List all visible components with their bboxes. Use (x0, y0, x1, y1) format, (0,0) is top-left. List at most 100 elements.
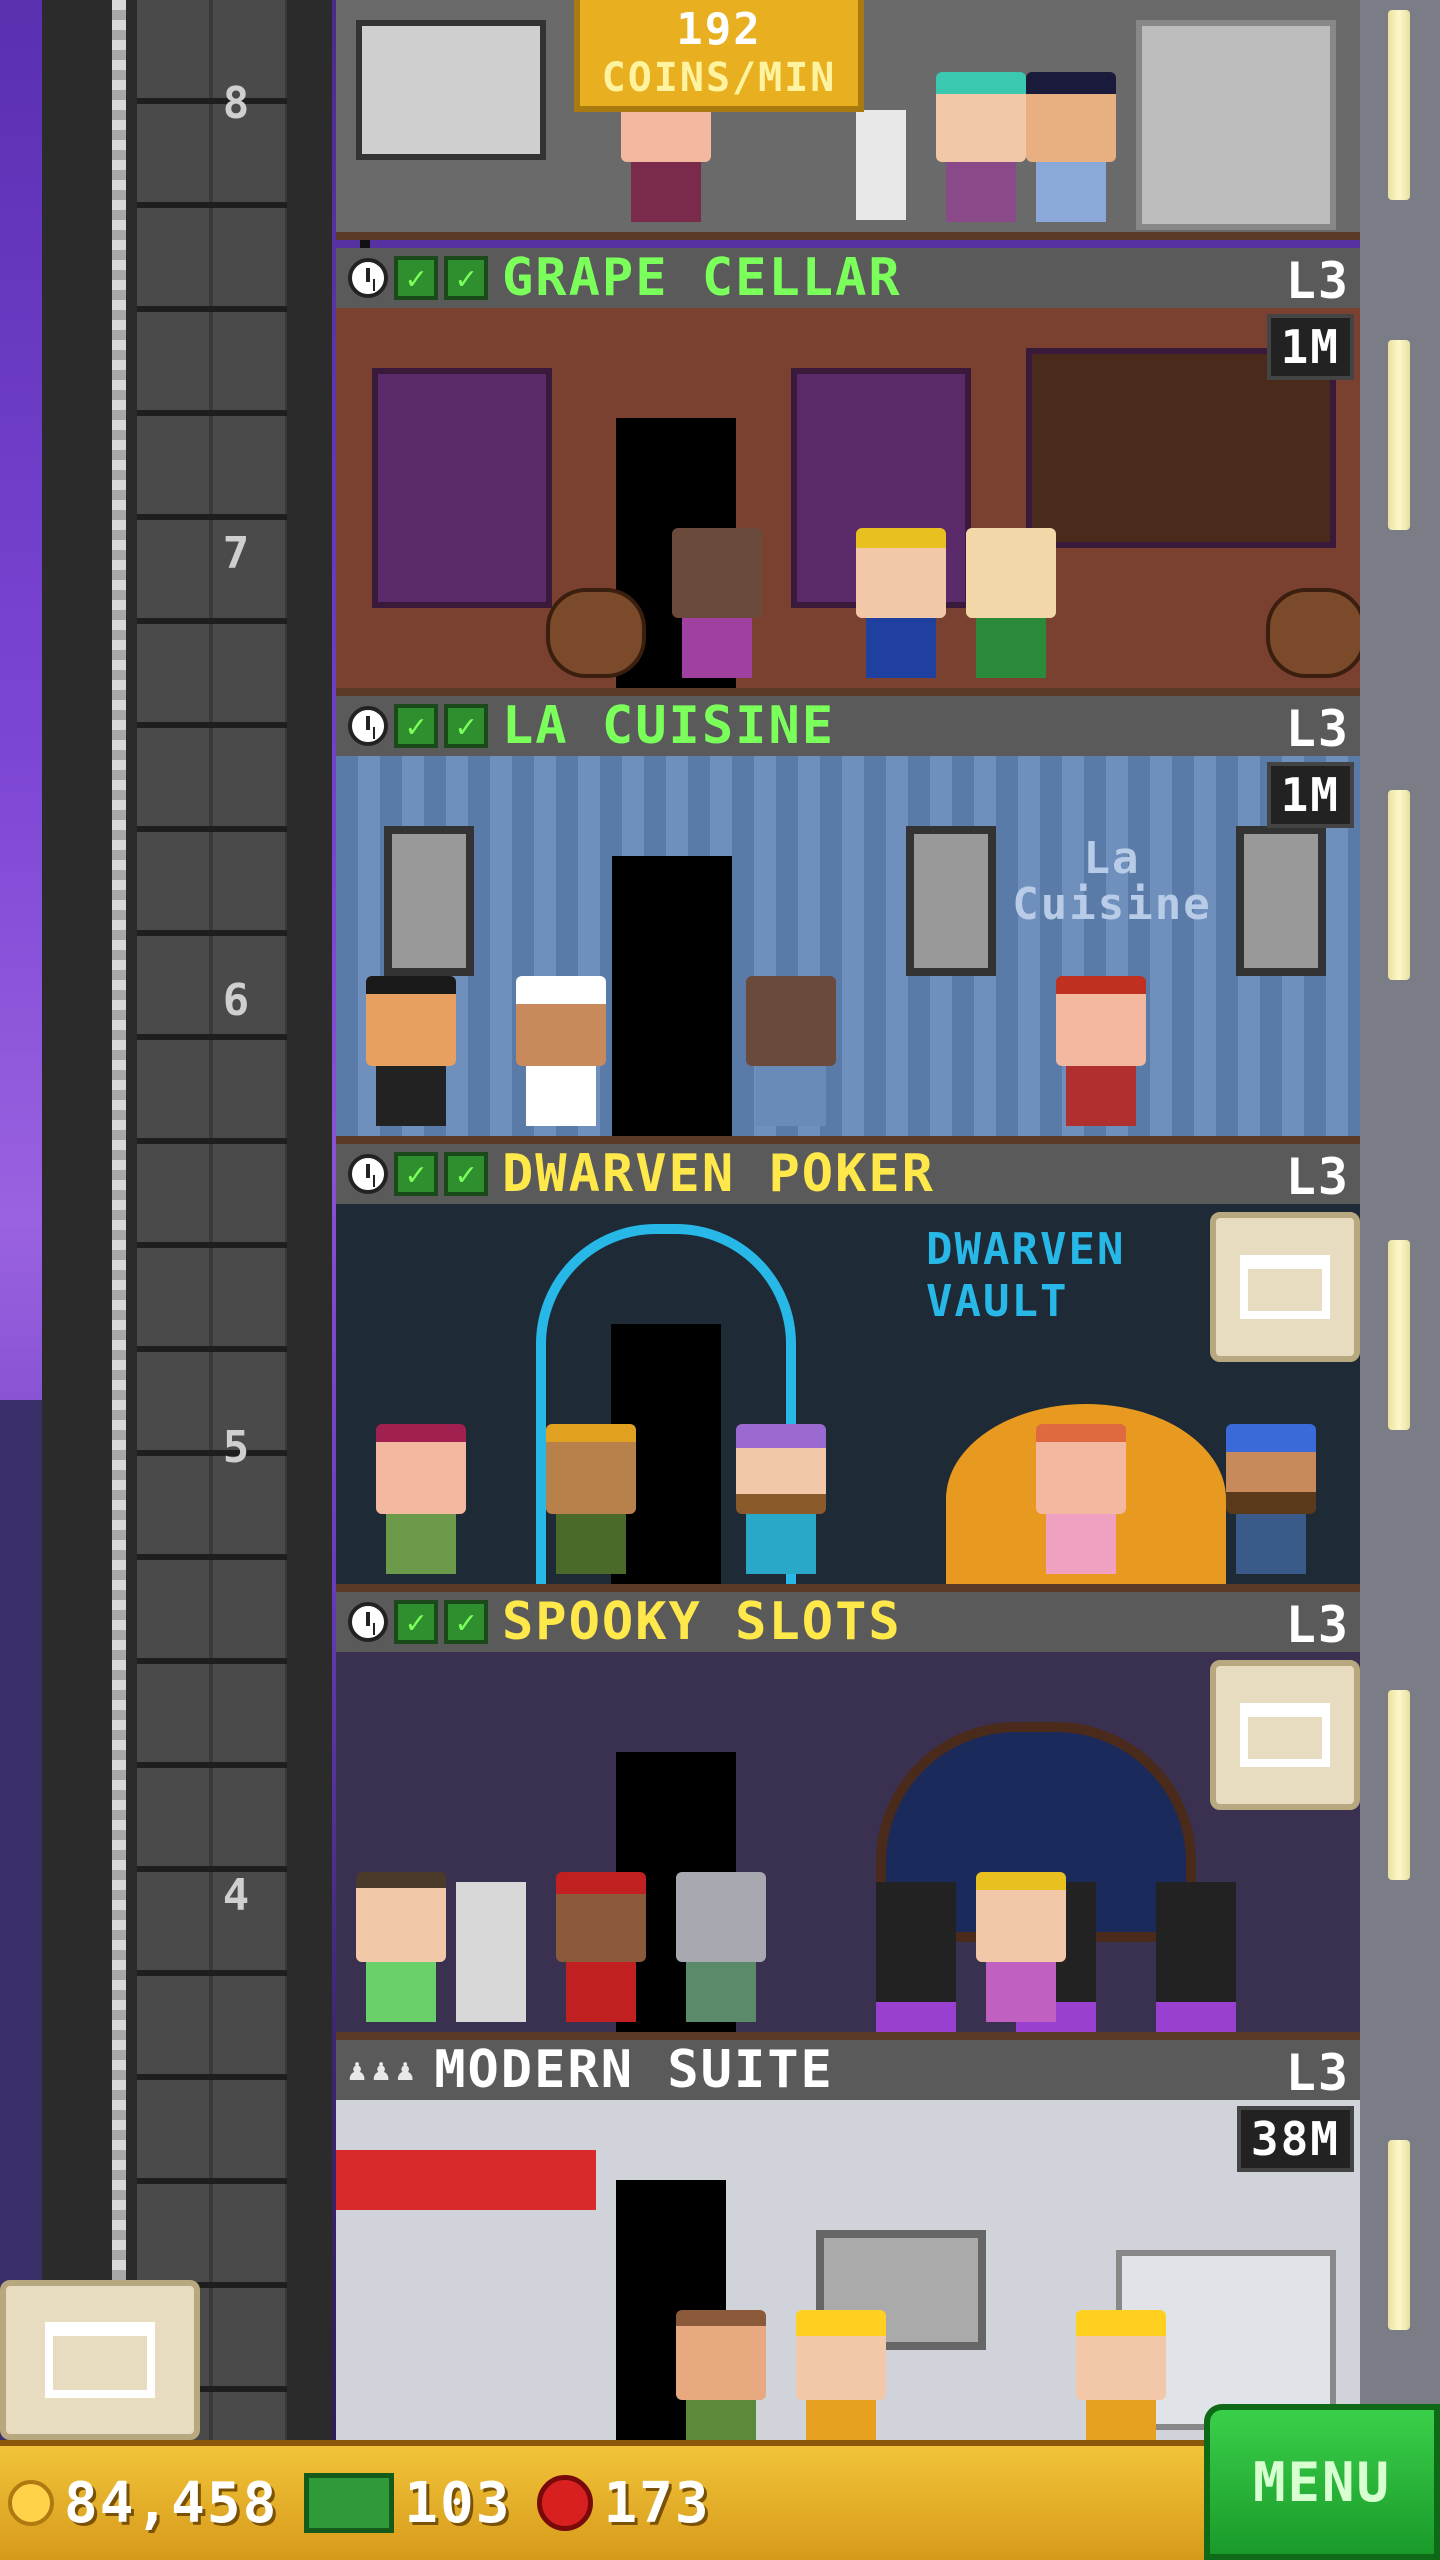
server-rack (356, 20, 546, 160)
check-icon: ✓ (394, 704, 438, 748)
bux-value: 103 (404, 2470, 512, 2536)
floor-name: GRAPE CELLAR (502, 248, 902, 308)
pillar-light (1388, 790, 1410, 980)
coins-per-minute-value: 192 (676, 4, 762, 55)
coins-per-minute-label: COINS/MIN (601, 55, 837, 101)
check-icon: ✓ (444, 256, 488, 300)
chef-bitizen[interactable] (516, 976, 606, 1126)
slot-machine (1156, 1882, 1236, 2032)
lobby-restock-button[interactable] (0, 2280, 200, 2440)
floor-number-8: 8 (222, 78, 252, 129)
clock-icon (348, 1154, 388, 1194)
bitizen[interactable] (366, 976, 456, 1126)
bitizen[interactable] (676, 2310, 766, 2440)
bitizen[interactable] (856, 528, 946, 678)
painting (1236, 826, 1326, 976)
tower-pillar (1360, 0, 1440, 2440)
pillar-light (1388, 1240, 1410, 1430)
stock-box-icon (1240, 1255, 1330, 1319)
floor-level: L3 (1285, 700, 1350, 758)
floor-header: ✓ ✓ GRAPE CELLAR L3 (336, 248, 1360, 310)
bitizen[interactable] (1026, 72, 1116, 222)
red-awning (336, 2150, 596, 2210)
floor-value-tag: 1M (1266, 762, 1354, 828)
bitizen[interactable] (672, 528, 762, 678)
floor-la-cuisine[interactable]: ✓ ✓ LA CUISINE L3 1M La Cuisine (336, 696, 1360, 1144)
coins-per-minute-badge: 192 COINS/MIN (574, 0, 864, 112)
bitizen[interactable] (556, 1872, 646, 2022)
coins-counter[interactable]: 84,458 (8, 2471, 278, 2536)
floor-name: MODERN SUITE (434, 2040, 834, 2100)
floor-spooky-slots[interactable]: ✓ ✓ SPOOKY SLOTS L3 (336, 1592, 1360, 2040)
bitizen[interactable] (936, 72, 1026, 222)
bitizen[interactable] (746, 976, 836, 1126)
zombie-bitizen[interactable] (676, 1872, 766, 2022)
floor-dwarven-poker[interactable]: ✓ ✓ DWARVEN POKER L3 DWARVEN VAULT (336, 1144, 1360, 1592)
floor-door (612, 856, 732, 1136)
bux-counter[interactable]: 103 (304, 2471, 511, 2536)
barrel (1266, 588, 1360, 678)
barrel (546, 588, 646, 678)
dwarven-vault-sign: DWARVEN VAULT (926, 1224, 1126, 1327)
slot-machine (456, 1882, 526, 2022)
pillar-light (1388, 10, 1410, 200)
pillar-light (1388, 1690, 1410, 1880)
check-icon: ✓ (444, 1152, 488, 1196)
clock-icon (348, 258, 388, 298)
floor-modern-suite[interactable]: ♟♟♟ MODERN SUITE L3 38M (336, 2040, 1360, 2440)
wine-shelf (372, 368, 552, 608)
restock-button[interactable] (1210, 1212, 1360, 1362)
painting (906, 826, 996, 976)
dwarf-bitizen[interactable] (736, 1424, 826, 1574)
coin-icon (8, 2480, 54, 2526)
bitizen[interactable] (1036, 1424, 1126, 1574)
bitizen[interactable] (796, 2310, 886, 2440)
bitizen[interactable] (1076, 2310, 1166, 2440)
floor-level: L3 (1285, 2044, 1350, 2102)
pillar-light (1388, 2140, 1410, 2330)
filing-cabinet (1136, 20, 1336, 230)
floor-level: L3 (1285, 252, 1350, 310)
stock-box-icon (1240, 1703, 1330, 1767)
check-icon: ✓ (394, 256, 438, 300)
gem-icon (537, 2475, 594, 2531)
dwarven-poker-room: DWARVEN VAULT (336, 1204, 1360, 1584)
bitizen[interactable] (1056, 976, 1146, 1126)
stock-box-icon (45, 2322, 155, 2398)
check-icon: ✓ (444, 1600, 488, 1644)
check-icon: ✓ (394, 1152, 438, 1196)
elevator-shaft[interactable]: 8 7 6 5 4 (42, 0, 370, 2440)
coins-value: 84,458 (64, 2470, 279, 2536)
floor-name: LA CUISINE (502, 696, 836, 756)
floor-value-tag: 38M (1236, 2106, 1354, 2172)
floor-header: ✓ ✓ DWARVEN POKER L3 (336, 1144, 1360, 1206)
bitizen[interactable] (546, 1424, 636, 1574)
pillar-light (1388, 340, 1410, 530)
floor-number-6: 6 (222, 975, 252, 1026)
restock-button[interactable] (1210, 1660, 1360, 1810)
clock-icon (348, 1602, 388, 1642)
resident-icon: ♟♟♟ (348, 2052, 421, 2088)
gems-value: 173 (603, 2470, 711, 2536)
floor-grape-cellar[interactable]: ✓ ✓ GRAPE CELLAR L3 1M (336, 248, 1360, 696)
bitizen[interactable] (356, 1872, 446, 2022)
la-cuisine-room: 1M La Cuisine (336, 756, 1360, 1136)
bitizen[interactable] (376, 1424, 466, 1574)
elevator-rail-left (112, 0, 126, 2440)
floor-name: DWARVEN POKER (502, 1144, 935, 1204)
floor-level: L3 (1285, 1596, 1350, 1654)
modern-suite-room: 38M (336, 2100, 1360, 2440)
menu-button[interactable]: MENU (1204, 2404, 1440, 2560)
elevator-track (137, 0, 287, 2440)
painting (384, 826, 474, 976)
bitizen[interactable] (966, 528, 1056, 678)
gems-counter[interactable]: 173 (537, 2471, 710, 2536)
floor-header: ♟♟♟ MODERN SUITE L3 (336, 2040, 1360, 2102)
dwarf-bitizen[interactable] (1226, 1424, 1316, 1574)
water-cooler (856, 110, 906, 220)
spooky-slots-room (336, 1652, 1360, 2032)
floor-number-5: 5 (222, 1422, 252, 1473)
bitizen[interactable] (976, 1872, 1066, 2022)
floor-value-tag: 1M (1266, 314, 1354, 380)
floor-number-7: 7 (222, 528, 252, 579)
